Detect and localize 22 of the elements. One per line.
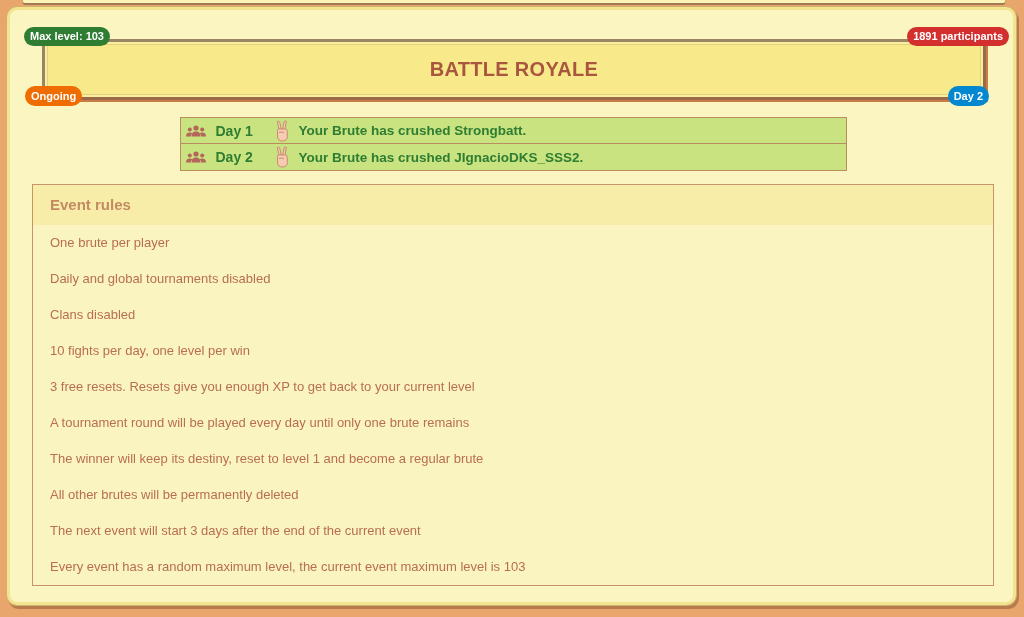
fight-message: Your Brute has crushed JIgnacioDKS_SSS2. [298, 149, 584, 165]
group-icon [185, 151, 206, 163]
group-icon [185, 124, 206, 137]
rule-text: The next event will start 3 days after the end of the current event [49, 522, 422, 540]
rule-text: A tournament round will be played every day until only one brute remains [49, 414, 471, 432]
rule-text: All other brutes will be permanently deleted [49, 486, 300, 504]
rule-text: 3 free resets. Resets give you enough XP to get back to your current level [49, 378, 476, 396]
event-title: BATTLE ROYALE [429, 58, 599, 81]
rules-header: Event rules [33, 185, 993, 225]
rule-text: The winner will keep its destiny, reset to level 1 and become a regular brute [49, 450, 485, 468]
rule-text: 10 fights per day, one level per win [49, 342, 251, 360]
fight-day: Day 2 [215, 149, 264, 165]
day-badge: Day 2 [947, 86, 989, 106]
rule-text: One brute per player [49, 234, 171, 252]
rule-text: Daily and global tournaments disabled [49, 270, 272, 288]
participants-badge: 1891 participants [907, 27, 1009, 46]
fight-day: Day 1 [215, 122, 264, 139]
rule-text: Clans disabled [49, 306, 137, 324]
status-badge: Ongoing [25, 86, 83, 106]
rule-text: Every event has a random maximum level, the current event maximum level is 103 [49, 558, 527, 576]
max-level-badge: Max level: 103 [24, 27, 110, 46]
fight-message: Your Brute has crushed Strongbatt. [298, 123, 527, 138]
